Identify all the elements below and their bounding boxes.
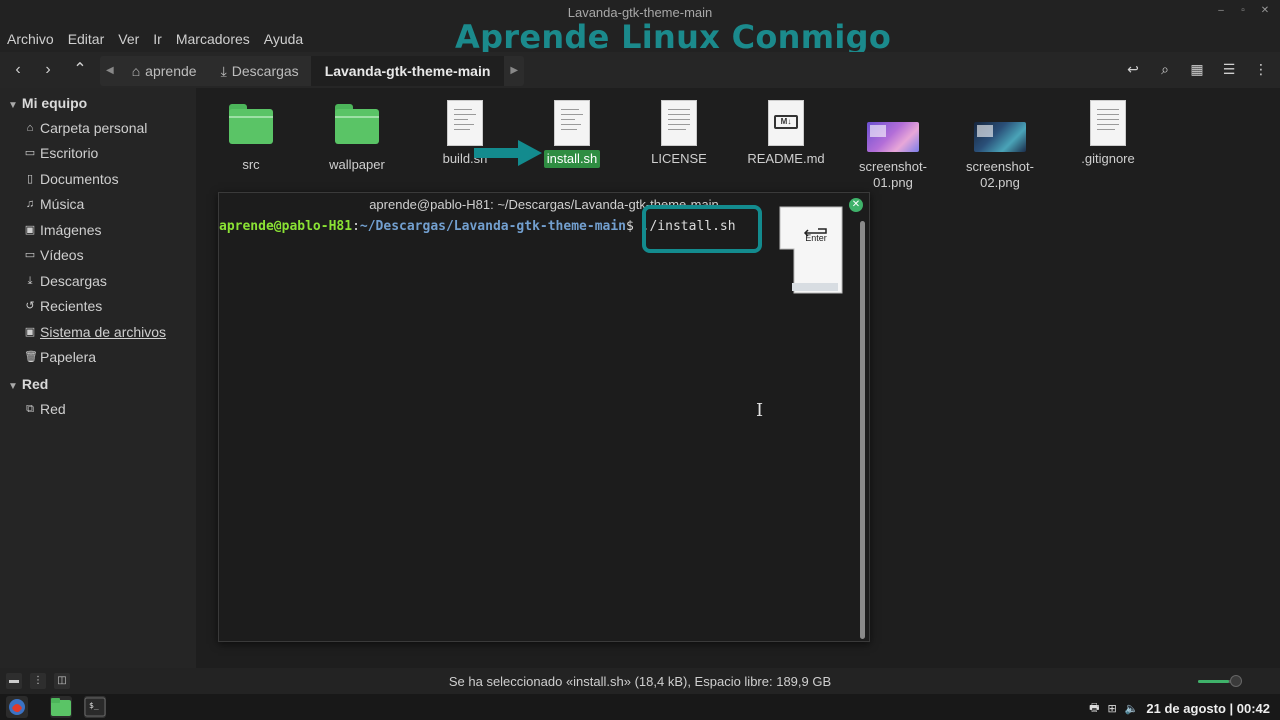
taskbar: $_ 🖶 ⊞ 🔈 21 de agosto | 00:42 (0, 694, 1280, 720)
sidebar-item-videos[interactable]: ▭ Vídeos (24, 247, 84, 263)
image-file-icon (974, 122, 1026, 152)
terminal-app-icon[interactable]: $_ (84, 696, 106, 718)
prompt-colon: : (352, 219, 360, 234)
watermark-title: Aprende Linux Conmigo (455, 18, 892, 56)
download-icon: ⤓ (220, 63, 227, 79)
text-file-icon (661, 100, 697, 146)
drive-icon: ▣ (24, 326, 36, 338)
search-icon[interactable]: ⌕ (1156, 60, 1174, 78)
sidebar: ▼ Mi equipo ⌂ Carpeta personal ▭ Escritorio… (0, 88, 196, 668)
folder-icon (229, 104, 273, 144)
folder-icon: ▭ (24, 147, 36, 159)
breadcrumb-descargas[interactable]: ⤓ Descargas (209, 56, 311, 86)
list-view-icon[interactable]: ☰ (1220, 60, 1238, 78)
close-icon[interactable]: ✕ (1260, 6, 1270, 16)
terminal-window[interactable]: aprende@pablo-H81: ~/Descargas/Lavanda-g… (218, 192, 870, 642)
video-icon: ▭ (24, 249, 36, 261)
home-icon: ⌂ (26, 122, 34, 134)
text-file-icon (1090, 100, 1126, 146)
trash-icon: 🗑 (24, 351, 38, 363)
collapse-icon: ▼ (8, 381, 18, 392)
collapse-icon: ▼ (8, 100, 18, 111)
grid-view-icon[interactable]: ▦ (1188, 60, 1206, 78)
markdown-file-icon: M↓ (768, 100, 804, 146)
file-item-gitignore[interactable]: .gitignore (1058, 100, 1158, 168)
sidebar-item-red[interactable]: ⧉ Red (24, 401, 66, 417)
sidebar-item-documentos[interactable]: ▯ Documentos (24, 171, 119, 187)
clock[interactable]: 21 de agosto | 00:42 (1146, 701, 1270, 716)
file-item-readme[interactable]: M↓ README.md (736, 100, 836, 168)
sidebar-section-red[interactable]: ▼ Red (8, 376, 48, 392)
status-bar: ▬ ⋮ ◫ Se ha seleccionado «install.sh» (1… (0, 668, 1280, 694)
breadcrumb-current[interactable]: Lavanda-gtk-theme-main (310, 56, 505, 86)
system-tray: 🖶 ⊞ 🔈 21 de agosto | 00:42 (1089, 699, 1270, 718)
file-item-screenshot-02[interactable]: screenshot-02.png (950, 108, 1050, 192)
image-file-icon (867, 122, 919, 152)
menu-editar[interactable]: Editar (61, 26, 112, 52)
annotation-arrow-icon (474, 140, 542, 166)
menu-archivo[interactable]: Archivo (0, 26, 61, 52)
compact-view-icon[interactable]: ⋮ (1252, 60, 1270, 78)
document-icon: ▯ (26, 173, 34, 185)
sidebar-item-imagenes[interactable]: ▣ Imágenes (24, 222, 102, 238)
terminal-close-icon[interactable]: ✕ (849, 198, 863, 212)
maximize-icon[interactable]: ▫ (1238, 6, 1248, 16)
command-highlight-box (642, 205, 762, 253)
download-icon: ⤓ (27, 275, 33, 287)
sidebar-item-escritorio[interactable]: ▭ Escritorio (24, 145, 99, 161)
zoom-slider-handle[interactable] (1230, 675, 1242, 687)
forward-icon[interactable]: › (38, 60, 58, 80)
location-toggle-icon[interactable]: ↩ (1124, 60, 1142, 78)
image-icon: ▣ (24, 224, 36, 236)
menu-marcadores[interactable]: Marcadores (169, 26, 257, 52)
sidebar-item-musica[interactable]: ♫ Música (24, 196, 84, 212)
menu-ayuda[interactable]: Ayuda (257, 26, 310, 52)
up-icon[interactable]: ⌃ (70, 60, 90, 80)
script-file-icon (554, 100, 590, 146)
sidebar-item-carpeta-personal[interactable]: ⌂ Carpeta personal (24, 120, 148, 136)
sidebar-item-sistema-archivos[interactable]: ▣ Sistema de archivos (24, 324, 166, 340)
menu-ir[interactable]: Ir (146, 26, 169, 52)
recent-icon: ↺ (25, 300, 35, 312)
file-item-src[interactable]: src (201, 104, 301, 174)
file-item-screenshot-01[interactable]: screenshot-01.png (843, 108, 943, 192)
terminal-title: aprende@pablo-H81: ~/Descargas/Lavanda-g… (369, 197, 719, 212)
breadcrumb-aprende[interactable]: ⌂ aprende (120, 56, 209, 86)
sidebar-item-recientes[interactable]: ↺ Recientes (24, 298, 102, 314)
back-icon[interactable]: ‹ (8, 60, 28, 80)
prompt-user: aprende@pablo-H81 (219, 219, 353, 234)
menu-ver[interactable]: Ver (111, 26, 146, 52)
sidebar-item-papelera[interactable]: 🗑 Papelera (24, 349, 96, 365)
file-item-wallpaper[interactable]: wallpaper (307, 104, 407, 174)
enter-key-label: Enter (805, 233, 827, 243)
prompt-symbol: $ (626, 219, 634, 234)
minimize-icon[interactable]: – (1216, 6, 1226, 16)
network-icon: ⧉ (26, 403, 34, 415)
files-app-icon[interactable] (50, 696, 72, 718)
network-icon[interactable]: ⊞ (1108, 702, 1117, 715)
folder-icon (335, 104, 379, 144)
terminal-scrollbar[interactable] (860, 221, 865, 639)
prompt-path: ~/Descargas/Lavanda-gtk-theme-main (359, 219, 626, 234)
printer-icon[interactable]: 🖶 (1089, 699, 1099, 718)
status-text: Se ha seleccionado «install.sh» (18,4 kB… (448, 674, 832, 689)
breadcrumb: ◀ ⌂ aprende ⤓ Descargas Lavanda-gtk-them… (100, 56, 525, 86)
toolbar: ‹ › ⌃ ◀ ⌂ aprende ⤓ Descargas Lavanda-gt… (0, 52, 1280, 88)
volume-icon[interactable]: 🔈 (1125, 702, 1139, 715)
breadcrumb-right-arrow-icon[interactable]: ▶ (504, 56, 524, 86)
enter-key-icon: Enter (779, 206, 843, 294)
home-icon: ⌂ (131, 63, 141, 79)
file-item-license[interactable]: LICENSE (629, 100, 729, 168)
breadcrumb-left-arrow-icon[interactable]: ◀ (100, 56, 120, 86)
svg-text:$_: $_ (89, 701, 99, 710)
menu-launcher-icon[interactable] (6, 696, 28, 718)
sidebar-section-mi-equipo[interactable]: ▼ Mi equipo (8, 95, 87, 111)
text-cursor-icon: I (756, 400, 764, 421)
music-icon: ♫ (25, 198, 35, 210)
sidebar-item-descargas[interactable]: ⤓ Descargas (24, 273, 107, 289)
